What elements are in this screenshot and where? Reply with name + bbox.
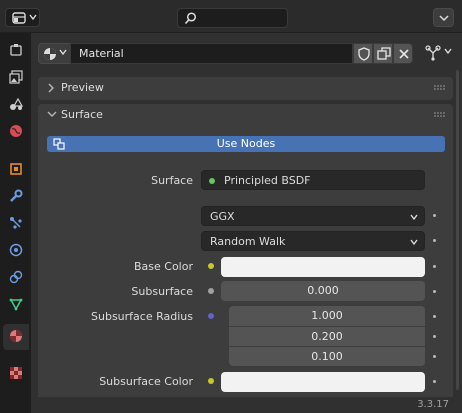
keyframe-dot[interactable] <box>433 355 436 358</box>
duplicate-icon <box>377 47 391 60</box>
fake-user-button[interactable] <box>353 43 373 64</box>
mesh-data-icon <box>9 298 23 311</box>
float-socket-icon[interactable] <box>208 288 214 294</box>
subsurface-radius-label: Subsurface Radius <box>91 310 193 323</box>
node-link-dropdown[interactable] <box>421 43 457 64</box>
tab-object[interactable] <box>3 157 29 183</box>
node-editor-icon <box>53 138 65 150</box>
surface-panel-header[interactable]: Surface <box>38 104 453 127</box>
tab-data[interactable] <box>3 292 29 318</box>
tab-modifiers[interactable] <box>3 184 29 210</box>
chevron-down-icon <box>47 111 57 117</box>
material-sphere-icon <box>44 48 56 60</box>
keyframe-dot[interactable] <box>433 239 436 242</box>
tool-icon <box>10 44 22 56</box>
chevron-down-icon <box>410 214 418 221</box>
chevron-down-icon <box>410 239 418 246</box>
tab-particles[interactable] <box>3 211 29 237</box>
keyframe-dot[interactable] <box>433 315 436 318</box>
chevron-down-icon <box>444 48 452 55</box>
material-sphere-icon <box>10 330 22 342</box>
distribution-dropdown[interactable]: GGX <box>201 206 425 226</box>
material-name-field[interactable]: Material <box>70 43 353 64</box>
duplicate-material-button[interactable] <box>373 43 393 64</box>
chevron-right-icon <box>48 83 54 93</box>
subsurface-radius-x[interactable]: 1.000 <box>229 306 425 326</box>
vector-socket-icon[interactable] <box>208 313 214 319</box>
keyframe-dot[interactable] <box>433 335 436 338</box>
chevron-down-icon <box>439 15 449 22</box>
world-icon <box>10 125 22 137</box>
constraint-icon <box>9 270 23 284</box>
wrench-icon <box>10 189 23 202</box>
scrollbar[interactable] <box>456 70 459 390</box>
properties-tab-bar <box>0 33 31 413</box>
surface-panel-title: Surface <box>61 108 103 121</box>
keyframe-dot[interactable] <box>433 214 436 217</box>
properties-editor-icon <box>12 12 26 24</box>
base-color-label: Base Color <box>133 260 193 273</box>
subsurface-color-swatch[interactable] <box>221 372 425 392</box>
surface-label: Surface <box>151 174 193 187</box>
editor-type-dropdown[interactable] <box>5 8 40 27</box>
color-socket-icon[interactable] <box>208 263 214 269</box>
subsurface-method-dropdown[interactable]: Random Walk <box>201 231 425 251</box>
distribution-value: GGX <box>210 210 235 223</box>
tab-world[interactable] <box>3 119 29 145</box>
close-icon <box>399 49 409 59</box>
properties-header <box>0 0 462 33</box>
image-stack-icon <box>9 70 23 84</box>
surface-shader-field[interactable]: Principled BSDF <box>201 170 425 190</box>
chevron-down-icon <box>59 49 67 56</box>
unlink-material-button[interactable] <box>393 43 413 64</box>
keyframe-dot[interactable] <box>433 290 436 293</box>
options-dropdown[interactable] <box>433 8 454 27</box>
version-label: 3.3.17 <box>417 399 449 410</box>
use-nodes-label: Use Nodes <box>216 137 276 150</box>
shader-socket-icon <box>209 178 215 184</box>
chevron-down-icon <box>29 14 37 21</box>
tab-material[interactable] <box>3 324 29 350</box>
subsurface-radius-z[interactable]: 0.100 <box>229 346 425 366</box>
checker-texture-icon <box>10 367 22 379</box>
particles-icon <box>10 217 22 229</box>
surface-shader-value: Principled BSDF <box>224 174 311 187</box>
keyframe-dot[interactable] <box>433 380 436 383</box>
keyframe-dot[interactable] <box>433 265 436 268</box>
tab-render[interactable] <box>3 65 29 91</box>
tab-constraints[interactable] <box>3 265 29 291</box>
drag-grip-icon[interactable] <box>434 85 446 91</box>
search-icon <box>184 12 197 25</box>
tab-scene[interactable] <box>3 92 29 118</box>
color-socket-icon[interactable] <box>208 378 214 384</box>
subsurface-color-label: Subsurface Color <box>99 375 193 388</box>
preview-panel-header[interactable]: Preview <box>38 77 453 100</box>
use-nodes-button[interactable]: Use Nodes <box>47 136 445 152</box>
preview-panel-title: Preview <box>61 81 104 94</box>
base-color-swatch[interactable] <box>221 257 425 277</box>
drag-grip-icon[interactable] <box>434 112 446 118</box>
object-cube-icon <box>10 163 22 175</box>
subsurface-label: Subsurface <box>131 285 193 298</box>
subsurface-method-value: Random Walk <box>210 235 286 248</box>
tab-tool[interactable] <box>3 38 29 64</box>
search-input[interactable] <box>177 8 288 28</box>
scene-shapes-icon <box>10 97 23 110</box>
subsurface-value-field[interactable]: 0.000 <box>221 281 425 301</box>
physics-orbit-icon <box>9 243 23 257</box>
node-tree-icon <box>425 45 441 61</box>
shield-icon <box>358 47 370 61</box>
tab-texture[interactable] <box>3 361 29 387</box>
material-browse-dropdown[interactable] <box>38 43 71 64</box>
tab-physics[interactable] <box>3 238 29 264</box>
subsurface-radius-y[interactable]: 0.200 <box>229 326 425 346</box>
